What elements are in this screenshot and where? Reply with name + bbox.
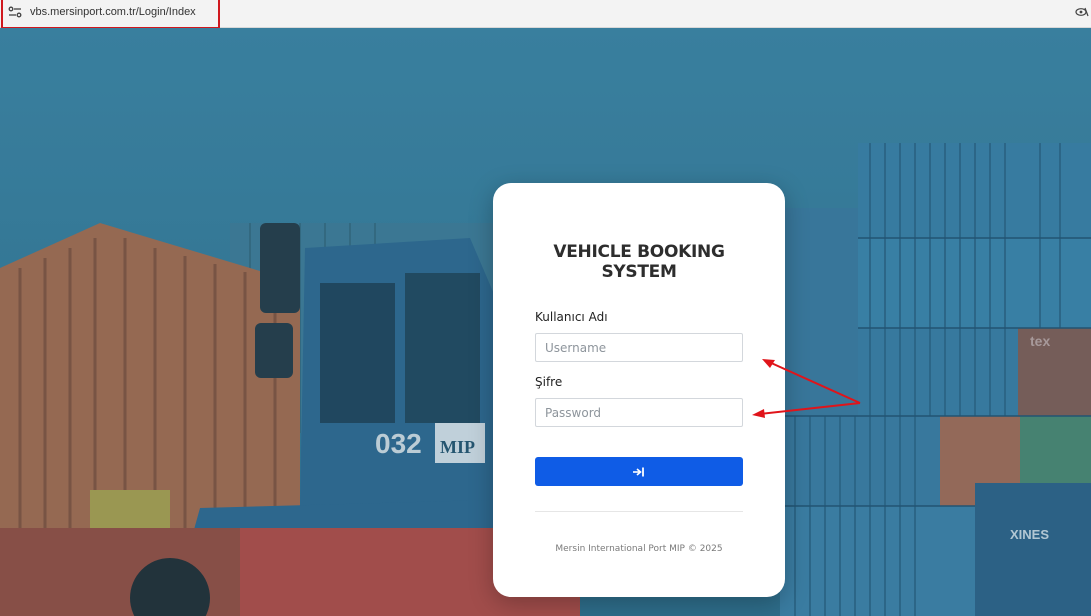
title-line-1: VEHICLE BOOKING (553, 242, 725, 262)
username-label: Kullanıcı Adı (535, 310, 608, 324)
username-input[interactable] (535, 333, 743, 362)
login-button[interactable] (535, 457, 743, 486)
login-card: VEHICLE BOOKING SYSTEM Kullanıcı Adı Şif… (493, 183, 785, 597)
password-input[interactable] (535, 398, 743, 427)
login-arrow-icon (633, 467, 644, 476)
title-line-2: SYSTEM (601, 262, 677, 282)
card-divider (535, 511, 743, 512)
password-label: Şifre (535, 375, 563, 389)
page-title: VEHICLE BOOKING SYSTEM (513, 242, 765, 282)
footer-copyright: Mersin International Port MIP © 2025 (555, 544, 723, 554)
url-highlight-box (1, 0, 220, 29)
eye-slash-icon[interactable] (1075, 6, 1089, 18)
